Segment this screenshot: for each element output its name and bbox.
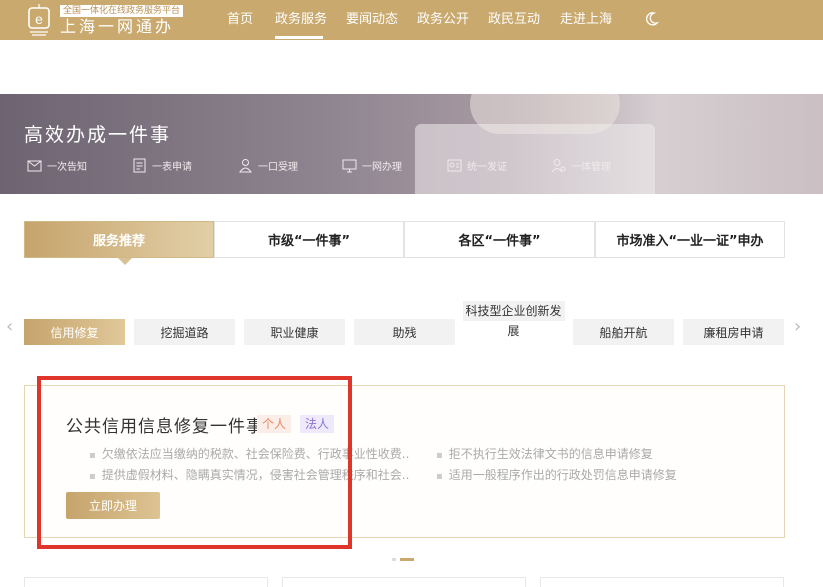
banner-title: 高效办成一件事 <box>24 124 172 146</box>
hero-banner: 高效办成一件事 一次告知 一表申请 一口受理 一网办理 统一发证 一体管理 <box>0 94 823 194</box>
feature-label: 统一发证 <box>467 161 507 173</box>
bottom-card <box>24 577 268 587</box>
service-occupational-health[interactable]: 职业健康 <box>244 319 345 345</box>
nav-news[interactable]: 要闻动态 <box>346 11 398 29</box>
service-ship-departure[interactable]: 船舶开航 <box>573 319 674 345</box>
service-detail-card: 公共信用信息修复一件事 个人 法人 欠缴依法应当缴纳的税款、社会保险费、行政事业… <box>24 385 785 538</box>
service-tech-innovation[interactable]: 科技型企业创新发 展 <box>462 296 565 345</box>
feature-one-window: 一口受理 <box>238 157 298 173</box>
nav-interaction[interactable]: 政民互动 <box>488 11 540 29</box>
chevron-left-icon[interactable]: ‹ <box>6 316 13 337</box>
feature-notify-once: 一次告知 <box>27 157 87 173</box>
svg-text:e: e <box>35 11 43 27</box>
nav-government-services[interactable]: 政务服务 <box>275 11 327 29</box>
management-icon <box>551 158 566 172</box>
service-disability-assistance[interactable]: 助残 <box>354 319 455 345</box>
feature-label: 一口受理 <box>258 161 298 173</box>
chip-label-line2: 展 <box>507 323 520 338</box>
feature-label: 一网办理 <box>362 161 402 173</box>
carousel-dots <box>392 558 414 561</box>
bottom-card <box>540 577 784 587</box>
service-item-link[interactable]: 提供虚假材料、隐瞒真实情况，侵害社会管理秩序和社会... <box>89 467 409 485</box>
feature-online: 一网办理 <box>342 157 402 173</box>
feature-label: 一表申请 <box>152 161 192 173</box>
apply-now-button[interactable]: 立即办理 <box>66 492 160 519</box>
tab-market-access[interactable]: 市场准入“一业一证”申办 <box>595 221 785 258</box>
logo-icon[interactable]: e <box>26 4 52 36</box>
carousel-dot[interactable] <box>392 558 396 561</box>
card-title: 公共信用信息修复一件事 <box>66 417 264 437</box>
service-road-excavation[interactable]: 挖掘道路 <box>134 319 235 345</box>
feature-unified-certificate: 统一发证 <box>447 157 507 173</box>
tab-recommended[interactable]: 服务推荐 <box>24 221 214 258</box>
carousel-dot-active[interactable] <box>400 558 414 561</box>
bottom-card <box>282 577 526 587</box>
certificate-icon <box>447 159 462 171</box>
badge-legal-entity: 法人 <box>300 415 335 433</box>
service-item-link[interactable]: 适用一般程序作出的行政处罚信息申请修复 <box>436 467 756 485</box>
tab-city-level[interactable]: 市级“一件事” <box>214 221 404 258</box>
feature-integrated-management: 一体管理 <box>551 157 611 173</box>
chip-label-line1: 科技型企业创新发 <box>462 300 565 321</box>
logo-tagline: 全国一体化在线政务服务平台 <box>60 5 184 17</box>
reception-icon <box>239 158 252 172</box>
service-low-rent-housing[interactable]: 廉租房申请 <box>683 319 784 345</box>
feature-label: 一次告知 <box>47 161 87 173</box>
logo-name[interactable]: 上海一网通办 <box>60 18 174 36</box>
notice-icon <box>27 160 42 171</box>
form-icon <box>133 158 146 172</box>
nav-public-affairs[interactable]: 政务公开 <box>417 11 469 29</box>
nav-about-shanghai[interactable]: 走进上海 <box>560 11 612 29</box>
service-item-link[interactable]: 欠缴依法应当缴纳的税款、社会保险费、行政事业性收费... <box>89 446 409 464</box>
chevron-right-icon[interactable]: › <box>794 316 801 337</box>
computer-icon <box>342 159 357 172</box>
tab-district-level[interactable]: 各区“一件事” <box>404 221 595 258</box>
service-item-link[interactable]: 拒不执行生效法律文书的信息申请修复 <box>436 446 756 464</box>
feature-one-form: 一表申请 <box>132 157 192 173</box>
service-credit-repair[interactable]: 信用修复 <box>24 319 125 345</box>
nav-active-indicator <box>275 36 323 39</box>
elder-mode-icon[interactable] <box>645 11 659 27</box>
nav-home[interactable]: 首页 <box>227 11 253 29</box>
feature-label: 一体管理 <box>571 161 611 173</box>
badge-individual: 个人 <box>257 415 292 433</box>
top-header: e 全国一体化在线政务服务平台 上海一网通办 首页 政务服务 要闻动态 政务公开… <box>0 0 823 40</box>
active-tab-pointer <box>118 258 132 265</box>
